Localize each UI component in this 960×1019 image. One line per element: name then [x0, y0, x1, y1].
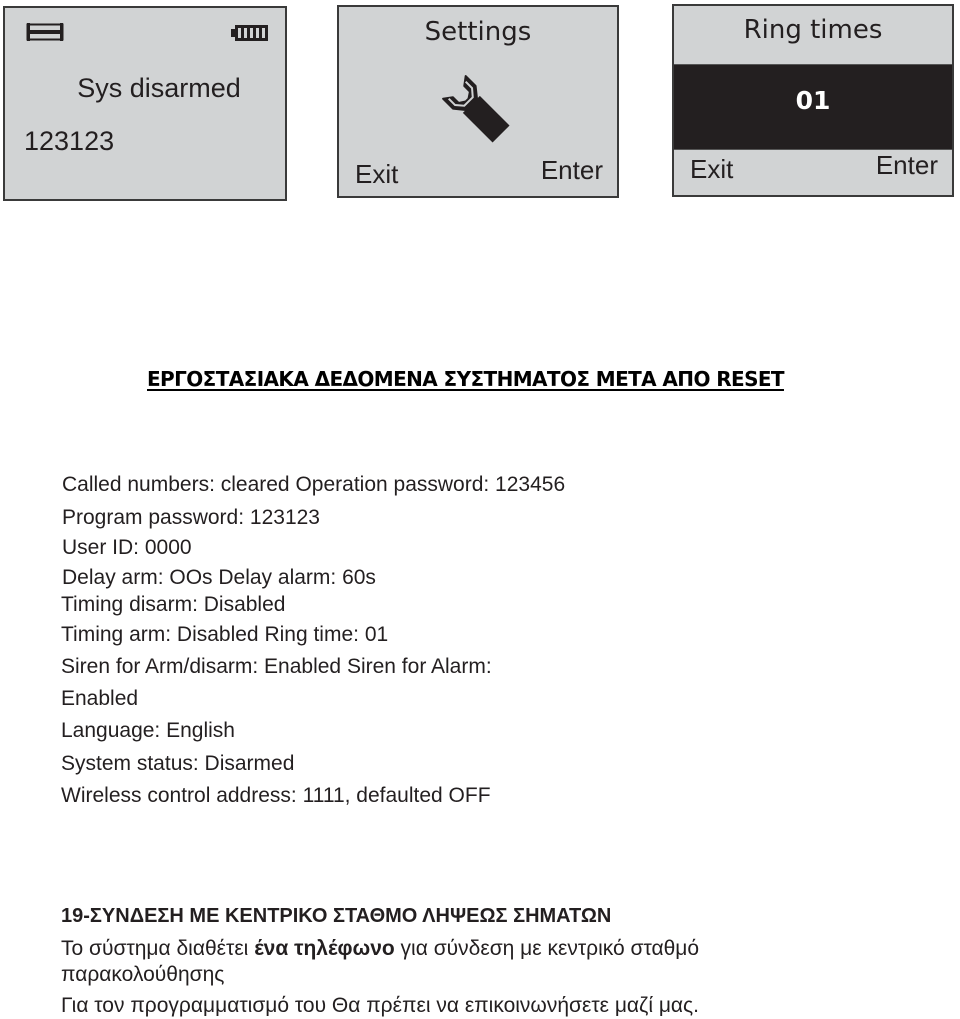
para1-text: Το σύστημα διαθέτει	[61, 937, 255, 960]
default-line-called-numbers: Called numbers: cleared Operation passwo…	[62, 473, 566, 496]
default-line-wireless-address: Wireless control address: 1111, defaulte…	[61, 784, 491, 807]
para1-bold-text: ένα τηλέφωνο	[254, 937, 395, 960]
default-line-timing-disarm: Timing disarm: Disabled	[61, 593, 286, 616]
signal-bar-icon	[26, 23, 64, 41]
battery-full-icon	[231, 25, 268, 41]
section-19-heading: 19-ΣΥΝΔΕΣΗ ΜΕ ΚΕΝΤΡΙΚΟ ΣΤΑΘΜΟ ΛΗΨΕΩΣ ΣΗΜ…	[61, 905, 612, 927]
lcd-ring-times-screen: Ring times 01 Exit Enter	[672, 4, 954, 197]
ring-times-value[interactable]: 01	[674, 86, 952, 115]
screen-title: Settings	[424, 17, 532, 47]
default-line-siren-cont: Enabled	[61, 687, 139, 710]
enter-softkey[interactable]: Enter	[876, 150, 938, 181]
default-line-program-password: Program password: 123123	[62, 506, 320, 529]
section-19-paragraph-2: Για τον προγραμματισμό του Θα πρέπει να …	[61, 994, 700, 1017]
default-line-user-id: User ID: 0000	[62, 536, 192, 559]
para1-text-after: για σύνδεση με κεντρικό σταθμό	[394, 937, 700, 960]
section-19-paragraph-1: Το σύστημα διαθέτει ένα τηλέφωνο για σύν…	[61, 937, 699, 961]
section-19-paragraph-1-cont: παρακολούθησης	[61, 963, 225, 986]
lcd-settings-screen: Settings Exit Enter	[337, 5, 619, 198]
default-line-language: Language: English	[61, 719, 235, 742]
exit-softkey[interactable]: Exit	[690, 154, 733, 185]
lcd-home-screen: Sys disarmed 123123	[3, 6, 287, 201]
default-line-system-status: System status: Disarmed	[61, 752, 295, 775]
system-status-text: Sys disarmed	[77, 73, 241, 103]
password-display: 123123	[24, 126, 115, 156]
default-line-timing-arm: Timing arm: Disabled Ring time: 01	[61, 623, 389, 646]
enter-softkey[interactable]: Enter	[541, 155, 603, 186]
screen-title: Ring times	[743, 15, 883, 45]
factory-defaults-heading: ΕΡΓΟΣΤΑΣΙΑΚΑ ΔΕΔΟΜΕΝΑ ΣΥΣΤΗΜΑΤΟΣ ΜΕΤΑ ΑΠ…	[147, 367, 785, 391]
default-line-siren: Siren for Arm/disarm: Enabled Siren for …	[61, 655, 492, 678]
default-line-delay: Delay arm: OOs Delay alarm: 60s	[62, 566, 376, 589]
exit-softkey[interactable]: Exit	[355, 159, 398, 190]
wrench-icon	[442, 75, 510, 143]
